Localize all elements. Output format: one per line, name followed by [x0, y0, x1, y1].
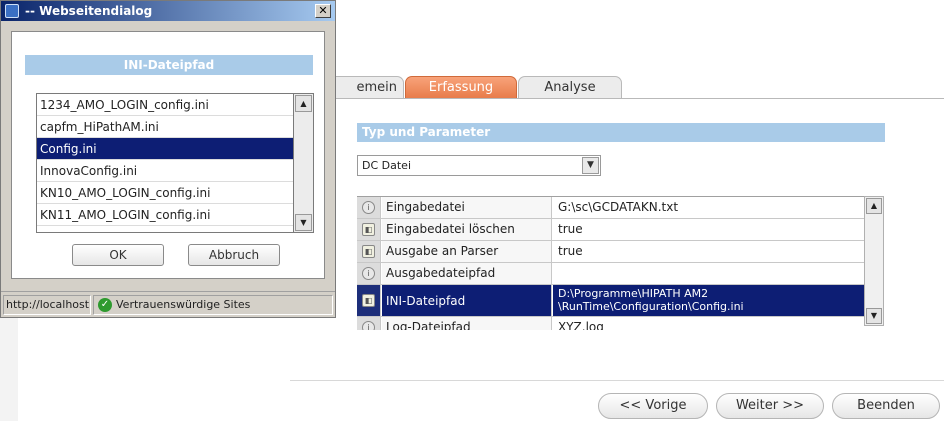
scroll-up-icon[interactable]: ▲	[295, 95, 312, 112]
type-select-value: DC Datei	[362, 159, 411, 172]
scroll-down-icon[interactable]: ▼	[866, 308, 882, 324]
finish-button[interactable]: Beenden	[832, 393, 940, 419]
toggle-icon: ◧	[362, 223, 375, 236]
table-scrollbar[interactable]: ▲ ▼	[864, 196, 884, 326]
toggle-icon: ◧	[362, 294, 375, 307]
param-value-line: D:\Programme\HIPATH AM2	[558, 287, 709, 300]
param-name: INI-Dateipfad	[382, 285, 552, 316]
dialog-content: INI-Dateipfad 1234_AMO_LOGIN_config.ini …	[11, 31, 325, 279]
status-url: http://localhost	[3, 295, 91, 315]
next-button[interactable]: Weiter >>	[716, 393, 824, 419]
security-zone: ✓ Vertrauenswürdige Sites	[93, 295, 333, 315]
param-value[interactable]: XYZ.log	[553, 317, 864, 330]
dialog-title: -- Webseitendialog	[25, 4, 153, 18]
ie-app-icon	[5, 4, 19, 18]
list-item[interactable]: KN10_AMO_LOGIN_config.ini	[37, 182, 293, 204]
list-item-selected[interactable]: Config.ini	[37, 138, 293, 160]
tab-erfassung[interactable]: Erfassung	[405, 76, 517, 99]
close-icon[interactable]: ✕	[315, 4, 331, 18]
status-bar: http://localhost ✓ Vertrauenswürdige Sit…	[1, 291, 335, 317]
scroll-up-icon[interactable]: ▲	[866, 198, 882, 214]
listbox-scrollbar[interactable]: ▲ ▼	[294, 93, 314, 233]
param-value[interactable]: true	[553, 219, 864, 240]
info-icon: i	[362, 267, 375, 280]
param-name: Ausgabe an Parser	[382, 241, 552, 262]
param-value[interactable]	[553, 263, 864, 284]
chevron-down-icon[interactable]: ▼	[582, 157, 599, 174]
param-value-line: \RunTime\Configuration\Config.ini	[558, 300, 744, 313]
param-value[interactable]: true	[553, 241, 864, 262]
tab-analyse[interactable]: Analyse	[518, 76, 622, 99]
table-row-selected[interactable]: ◧ INI-Dateipfad D:\Programme\HIPATH AM2 …	[357, 285, 864, 317]
list-item[interactable]: KN11_AMO_LOGIN_config.ini	[37, 204, 293, 226]
scroll-down-icon[interactable]: ▼	[295, 214, 312, 231]
info-icon: i	[362, 321, 375, 330]
cancel-button[interactable]: Abbruch	[188, 244, 280, 266]
file-listbox[interactable]: 1234_AMO_LOGIN_config.ini capfm_HiPathAM…	[36, 93, 294, 233]
ok-button[interactable]: OK	[72, 244, 164, 266]
list-item[interactable]: InnovaConfig.ini	[37, 160, 293, 182]
security-zone-label: Vertrauenswürdige Sites	[116, 298, 251, 311]
list-item[interactable]: 1234_AMO_LOGIN_config.ini	[37, 94, 293, 116]
section-title: Typ und Parameter	[357, 123, 885, 142]
dialog-header: INI-Dateipfad	[25, 55, 313, 75]
table-row[interactable]: i Eingabedatei G:\sc\GCDATAKN.txt	[357, 197, 864, 219]
previous-button[interactable]: << Vorige	[598, 393, 708, 419]
divider	[290, 380, 944, 381]
param-value[interactable]: G:\sc\GCDATAKN.txt	[553, 197, 864, 218]
param-name: Log-Dateipfad	[382, 317, 552, 330]
table-row[interactable]: ◧ Eingabedatei löschen true	[357, 219, 864, 241]
dialog-titlebar[interactable]: -- Webseitendialog ✕	[1, 1, 335, 21]
param-name: Ausgabedateipfad	[382, 263, 552, 284]
param-value[interactable]: D:\Programme\HIPATH AM2 \RunTime\Configu…	[553, 285, 864, 316]
table-row[interactable]: i Log-Dateipfad XYZ.log	[357, 317, 864, 330]
left-panel	[0, 318, 290, 421]
type-select[interactable]: DC Datei ▼	[357, 155, 601, 176]
webpage-dialog: -- Webseitendialog ✕ INI-Dateipfad 1234_…	[0, 0, 336, 318]
tab-divider	[318, 98, 944, 99]
table-row[interactable]: ◧ Ausgabe an Parser true	[357, 241, 864, 263]
param-name: Eingabedatei	[382, 197, 552, 218]
toggle-icon: ◧	[362, 245, 375, 258]
info-icon: i	[362, 201, 375, 214]
param-name: Eingabedatei löschen	[382, 219, 552, 240]
list-item[interactable]: capfm_HiPathAM.ini	[37, 116, 293, 138]
parameter-table: i Eingabedatei G:\sc\GCDATAKN.txt ◧ Eing…	[357, 196, 864, 330]
checkmark-icon: ✓	[98, 298, 112, 312]
table-row[interactable]: i Ausgabedateipfad	[357, 263, 864, 285]
